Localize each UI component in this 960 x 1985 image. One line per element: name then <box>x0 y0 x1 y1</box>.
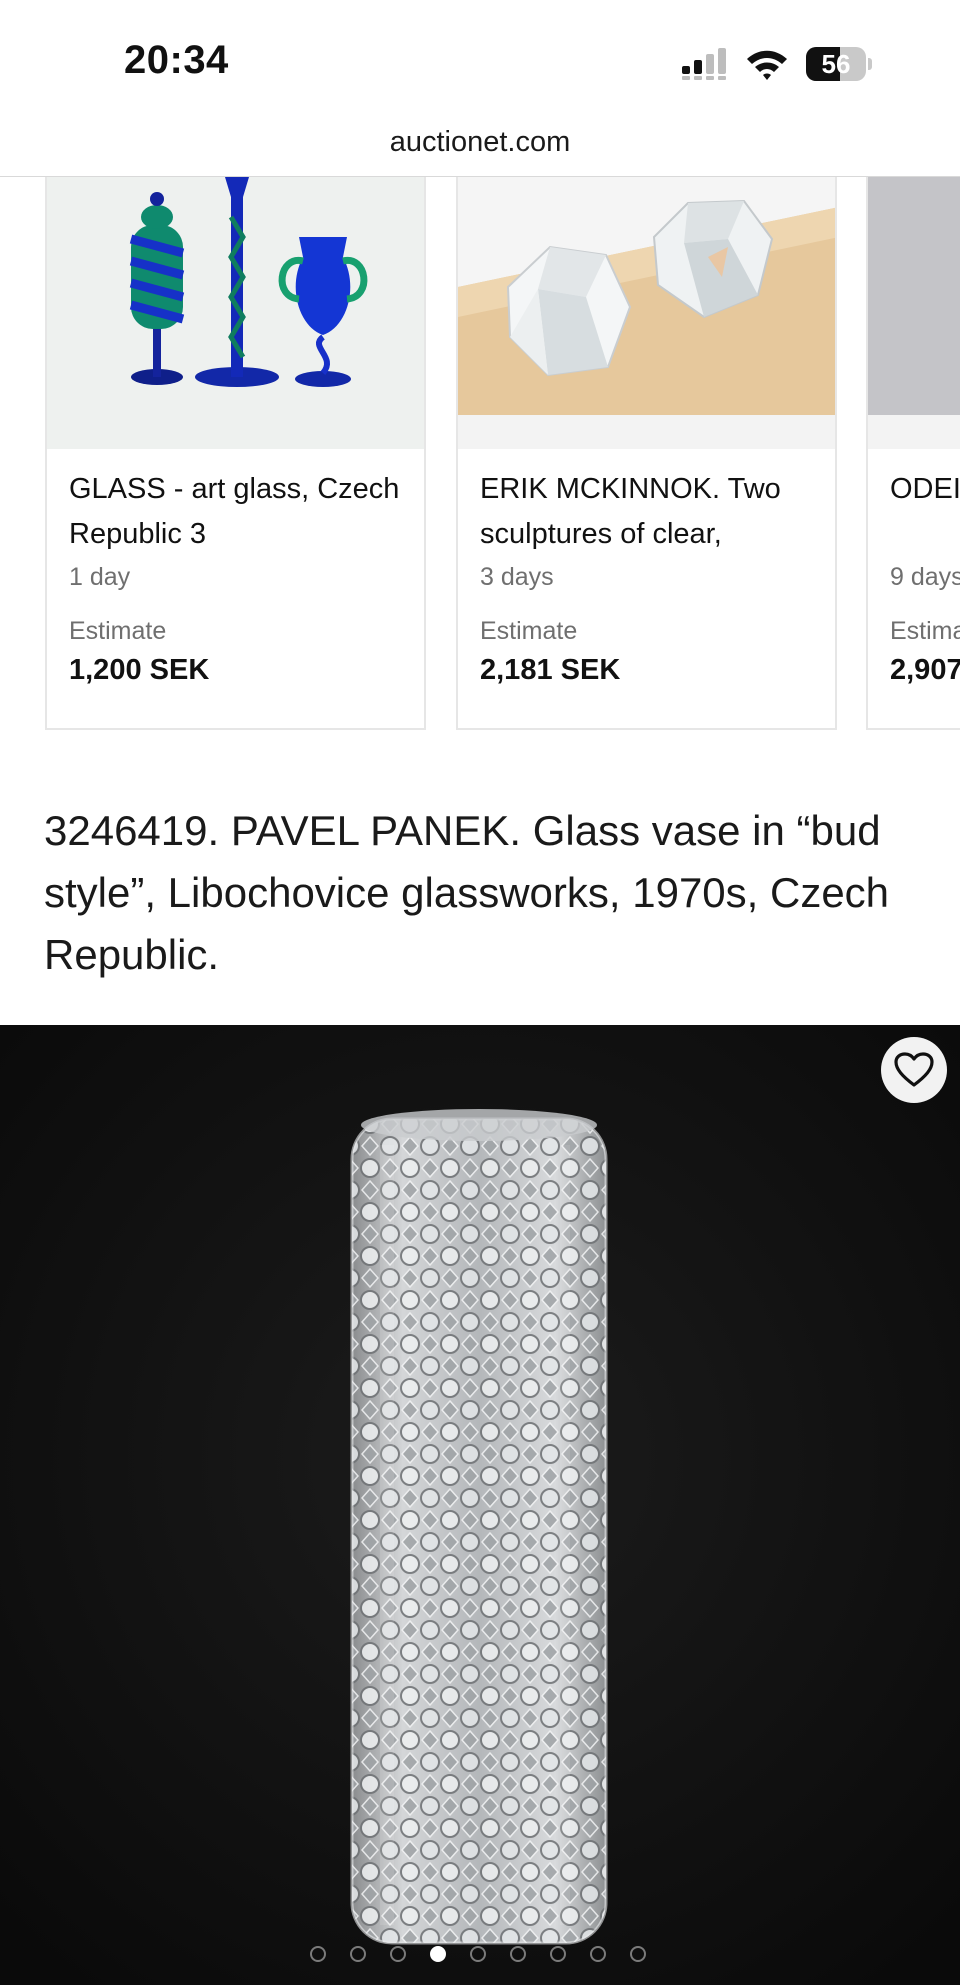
lot-title: 3246419. PAVEL PANEK. Glass vase in “bud… <box>44 807 890 978</box>
related-item-card[interactable]: ODEI Vase 9 days Estimate 2,907 <box>866 177 960 730</box>
pagination-dot[interactable] <box>390 1946 406 1962</box>
pagination-dot[interactable] <box>550 1946 566 1962</box>
battery-icon: 56 <box>806 47 872 81</box>
related-items-carousel[interactable]: GLASS - art glass, Czech Republic 3 1 da… <box>0 177 960 732</box>
estimate-label: Estimate <box>480 617 578 645</box>
item-thumbnail[interactable] <box>458 177 835 449</box>
pagination-dot[interactable] <box>470 1946 486 1962</box>
time-left: 9 days <box>890 563 960 591</box>
estimate-label: Estimate <box>69 617 167 645</box>
gallery-pagination[interactable] <box>0 1944 960 1968</box>
favorite-button[interactable] <box>881 1037 947 1103</box>
address-bar[interactable]: auctionet.com <box>0 120 960 177</box>
related-item-card[interactable]: ERIK MCKINNOK. Two sculptures of clear, … <box>456 177 837 730</box>
battery-percent: 56 <box>821 49 851 79</box>
pagination-dot[interactable] <box>630 1946 646 1962</box>
lot-main-image[interactable] <box>0 1025 960 1985</box>
wifi-icon <box>747 50 787 80</box>
estimate-value: 2,907 <box>890 654 960 686</box>
time-left: 1 day <box>69 563 131 591</box>
item-title[interactable]: ERIK MCKINNOK. Two sculptures of clear, <box>480 467 825 557</box>
item-title[interactable]: GLASS - art glass, Czech Republic 3 <box>69 467 414 557</box>
signal-icon <box>682 48 726 80</box>
item-thumbnail[interactable] <box>47 177 424 449</box>
pagination-dot[interactable] <box>350 1946 366 1962</box>
status-time: 20:34 <box>124 38 229 82</box>
estimate-value: 2,181 SEK <box>480 654 621 686</box>
status-bar: 20:34 56 <box>0 0 960 120</box>
pagination-dot[interactable] <box>590 1946 606 1962</box>
item-thumbnail[interactable] <box>868 177 960 449</box>
estimate-value: 1,200 SEK <box>69 654 210 686</box>
pagination-dot-active[interactable] <box>430 1946 446 1962</box>
pagination-dot[interactable] <box>510 1946 526 1962</box>
item-title[interactable]: ODEI Vase <box>890 467 960 557</box>
estimate-label: Estimate <box>890 617 960 645</box>
pagination-dot[interactable] <box>310 1946 326 1962</box>
heart-icon <box>894 1052 934 1087</box>
time-left: 3 days <box>480 563 554 591</box>
url-text[interactable]: auctionet.com <box>0 126 960 159</box>
related-item-card[interactable]: GLASS - art glass, Czech Republic 3 1 da… <box>45 177 426 730</box>
